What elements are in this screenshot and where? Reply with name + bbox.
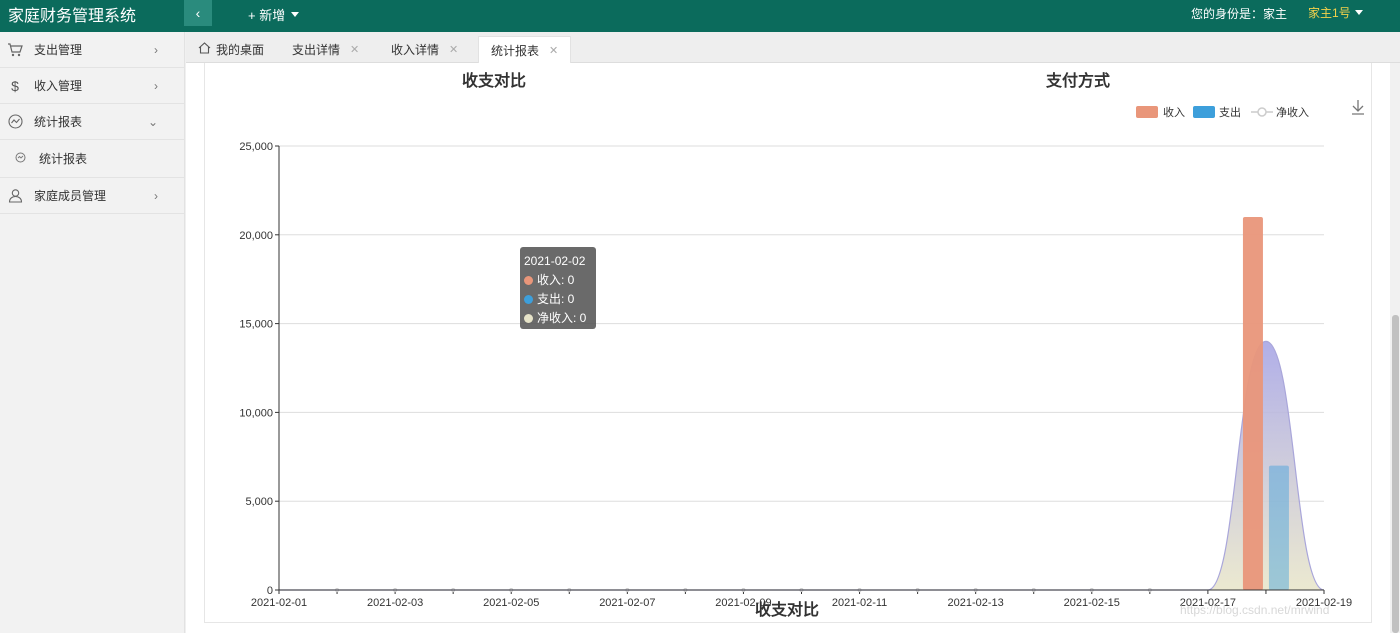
legend-label-expense: 支出 [1219, 105, 1241, 119]
y-tick-label: 15,000 [239, 319, 273, 331]
x-tick-label: 2021-02-15 [1064, 597, 1120, 609]
net-income-area [279, 341, 1324, 590]
legend[interactable]: 收入 支出 净收入 [1136, 105, 1309, 119]
legend-label-net: 净收入 [1276, 105, 1309, 119]
grid-lines [279, 145, 1324, 502]
y-tick-label: 25,000 [239, 141, 273, 153]
y-axis-ticks: 0 5,000 10,000 15,000 20,000 25,000 [239, 141, 279, 597]
y-tick-label: 0 [267, 585, 273, 597]
tooltip-row-expense: 支出: 0 [524, 290, 592, 309]
chart-title-left: 收支对比 [462, 71, 526, 90]
download-icon[interactable] [1352, 100, 1364, 115]
y-tick-label: 5,000 [245, 496, 273, 508]
tooltip-row-income: 收入: 0 [524, 271, 592, 290]
watermark: https://blog.csdn.net/mrwind [1180, 603, 1330, 617]
tooltip-value: 支出: 0 [537, 292, 575, 306]
chart-tooltip: 2021-02-02 收入: 0 支出: 0 净收入: 0 [520, 247, 596, 329]
chart-canvas: 0 5,000 10,000 15,000 20,000 25,000 2021-02-0… [239, 71, 1364, 619]
income-bar [1242, 217, 1263, 591]
legend-label-income: 收入 [1163, 105, 1185, 119]
y-tick-label: 20,000 [239, 230, 273, 242]
series-dot-icon [524, 276, 533, 285]
tooltip-date: 2021-02-02 [524, 254, 586, 268]
x-tick-label: 2021-02-05 [483, 597, 539, 609]
x-tick-label: 2021-02-03 [367, 597, 423, 609]
chart-title-right: 支付方式 [1045, 71, 1110, 90]
expense-bar [1268, 465, 1289, 590]
tooltip-row-net: 净收入: 0 [524, 309, 592, 328]
net-income-line [279, 340, 1325, 591]
tooltip-value: 净收入: 0 [537, 311, 587, 325]
x-tick-label: 2021-02-13 [948, 597, 1004, 609]
x-tick-label: 2021-02-07 [599, 597, 655, 609]
x-tick-label: 2021-02-11 [832, 597, 887, 609]
series-dot-icon [524, 295, 533, 304]
series-net-income [279, 340, 1325, 591]
legend-swatch-income [1136, 106, 1158, 118]
legend-swatch-net-dot [1257, 107, 1267, 117]
chart-title-bottom: 收支对比 [755, 600, 819, 619]
series-dot-icon [524, 314, 533, 323]
legend-swatch-expense [1193, 106, 1215, 118]
tooltip-value: 收入: 0 [537, 273, 575, 287]
scrollbar-thumb[interactable] [1392, 315, 1399, 633]
y-tick-label: 10,000 [239, 407, 273, 419]
x-tick-label: 2021-02-01 [251, 597, 307, 609]
